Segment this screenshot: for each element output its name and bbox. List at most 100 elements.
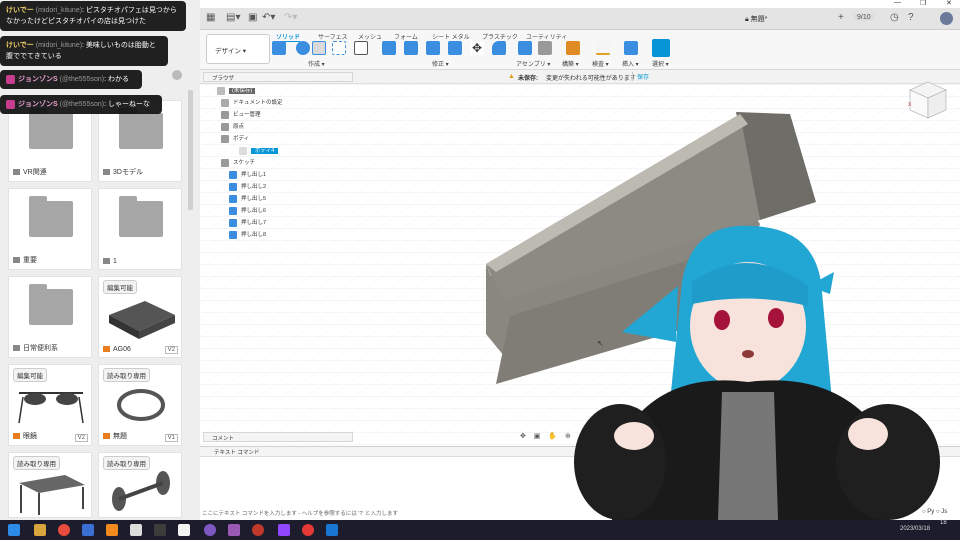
close-icon[interactable]: ✕ (946, 0, 952, 7)
create-menu[interactable]: 作成 ▾ (308, 59, 325, 68)
fusion-icon[interactable] (106, 524, 118, 536)
app-icon[interactable] (228, 524, 240, 536)
tab-surface[interactable]: サーフェス (318, 32, 348, 41)
insert-menu[interactable]: 挿入 ▾ (622, 59, 639, 68)
new-joint-icon[interactable] (518, 41, 532, 55)
grid-menu-icon[interactable]: ▦ (206, 12, 215, 23)
help-icon[interactable]: ? (908, 12, 914, 23)
undo-icon[interactable]: ↶▾ (262, 12, 275, 23)
tree-item[interactable]: 押し出し7 (229, 218, 266, 229)
tree-item[interactable]: ビュー管理 (221, 110, 261, 121)
comments-panel[interactable]: コメント (203, 432, 353, 442)
model-card[interactable]: 編集可能 眼鏡 V2 (8, 364, 92, 446)
model-card[interactable]: 読み取り専用 (8, 452, 92, 518)
move-icon[interactable]: ✥ (470, 41, 484, 55)
measure-icon[interactable] (596, 41, 610, 55)
tree-item[interactable]: 押し出し5 (229, 194, 266, 205)
document-tab[interactable]: 🔒︎ 無題* (745, 14, 767, 24)
tree-item[interactable]: ドキュメントの設定 (221, 98, 283, 109)
twitch-icon[interactable] (278, 524, 290, 536)
insert-image-icon[interactable] (624, 41, 638, 55)
new-tab-icon[interactable]: + (838, 12, 844, 23)
tree-root[interactable]: (未保存) (217, 86, 256, 97)
extrude-icon[interactable] (296, 41, 310, 55)
construct-menu[interactable]: 構築 ▾ (562, 59, 579, 68)
app-icon[interactable] (252, 524, 264, 536)
clock-icon[interactable]: ◷ (890, 12, 899, 23)
extrude-icon (229, 194, 237, 203)
tree-item[interactable]: ボディ (221, 134, 249, 145)
sketch-icon[interactable] (354, 41, 368, 55)
tab-sheet-metal[interactable]: シート メタル (432, 32, 470, 41)
toolbar-ribbon: デザイン ▾ ソリッド サーフェス メッシュ フォーム シート メタル プラスチ… (200, 30, 960, 70)
app-icon[interactable] (326, 524, 338, 536)
plane-icon[interactable] (566, 41, 580, 55)
unity-icon[interactable] (178, 524, 190, 536)
command-placeholder: ここにテキスト コマンドを入力します - ヘルプを参照するには '?' と入力し… (202, 511, 398, 517)
tree-item[interactable]: 押し出し1 (229, 170, 266, 181)
tree-item[interactable]: 原点 (221, 122, 244, 133)
extrude-icon (229, 206, 237, 215)
folder-card[interactable]: 重要 (8, 188, 92, 270)
eye-icon[interactable] (217, 86, 225, 95)
model-card[interactable]: 読み取り専用 無題 V1 (98, 364, 182, 446)
tab-plastic[interactable]: プラスチック (482, 32, 518, 41)
start-icon[interactable] (8, 524, 20, 536)
dumbbell-thumbnail (112, 471, 170, 511)
new-component-icon[interactable] (272, 41, 286, 55)
tab-form[interactable]: フォーム (394, 32, 418, 41)
joint-icon[interactable] (538, 41, 552, 55)
tree-item[interactable]: 押し出し8 (229, 230, 266, 241)
user-avatar[interactable] (940, 12, 953, 25)
select-menu[interactable]: 選択 ▾ (652, 59, 669, 68)
minimize-icon[interactable]: — (894, 0, 901, 6)
model-card[interactable]: 編集可能 AG06 V2 (98, 276, 182, 358)
revolve-icon[interactable] (312, 41, 326, 55)
model-card[interactable]: 読み取り専用 (98, 452, 182, 518)
maximize-icon[interactable]: ❐ (920, 0, 926, 7)
tree-item[interactable]: スケッチ (221, 158, 255, 169)
redo-icon[interactable]: ↷▾ (284, 12, 297, 23)
version-badge: V1 (164, 434, 178, 442)
model-label: 眼鏡 (23, 433, 37, 440)
inspect-menu[interactable]: 検査 ▾ (592, 59, 609, 68)
app-icon[interactable] (130, 524, 142, 536)
tree-item[interactable]: 押し出し6 (229, 206, 266, 217)
save-icon[interactable]: ▣ (248, 12, 257, 23)
model-small-icon (103, 346, 110, 353)
select-icon[interactable] (652, 39, 670, 57)
press-pull-icon[interactable] (382, 41, 396, 55)
workspace-switcher[interactable]: デザイン ▾ (206, 34, 270, 64)
folder-small-icon (13, 345, 20, 352)
combine-icon[interactable] (492, 41, 506, 55)
modify-menu[interactable]: 修正 ▾ (432, 59, 449, 68)
sweep-icon[interactable] (332, 41, 346, 55)
assemble-menu[interactable]: アセンブリ ▾ (516, 59, 550, 68)
chat-handle: (midori_kitune) (35, 42, 83, 49)
tab-utility[interactable]: ユーティリティ (526, 32, 567, 41)
shell-icon[interactable] (448, 41, 462, 55)
app-icon[interactable] (302, 524, 314, 536)
tree-item-selected[interactable]: ボディ4 (239, 146, 279, 157)
view-cube[interactable]: X (906, 78, 950, 124)
settings-icon[interactable] (172, 70, 182, 80)
tab-mesh[interactable]: メッシュ (358, 32, 382, 41)
folder-card[interactable]: 1 (98, 188, 182, 270)
explorer-icon[interactable] (34, 524, 46, 536)
job-counter[interactable]: 9/10 (854, 14, 874, 21)
app-icon[interactable] (82, 524, 94, 536)
tree-item[interactable]: 押し出し2 (229, 182, 266, 193)
tree-label: ビュー管理 (233, 112, 261, 118)
folder-icon (119, 196, 163, 237)
document-title: 無題* (750, 16, 768, 23)
app-icon[interactable] (154, 524, 166, 536)
scrollbar[interactable] (188, 90, 193, 210)
folder-card[interactable]: 日常便利系 (8, 276, 92, 358)
fillet-icon[interactable] (404, 41, 418, 55)
chamfer-icon[interactable] (426, 41, 440, 55)
file-menu-icon[interactable]: ▤▾ (226, 12, 240, 23)
folder-icon (221, 110, 229, 119)
chrome-icon[interactable] (58, 524, 70, 536)
obs-icon[interactable] (204, 524, 216, 536)
save-button[interactable]: 保存 (632, 72, 653, 81)
